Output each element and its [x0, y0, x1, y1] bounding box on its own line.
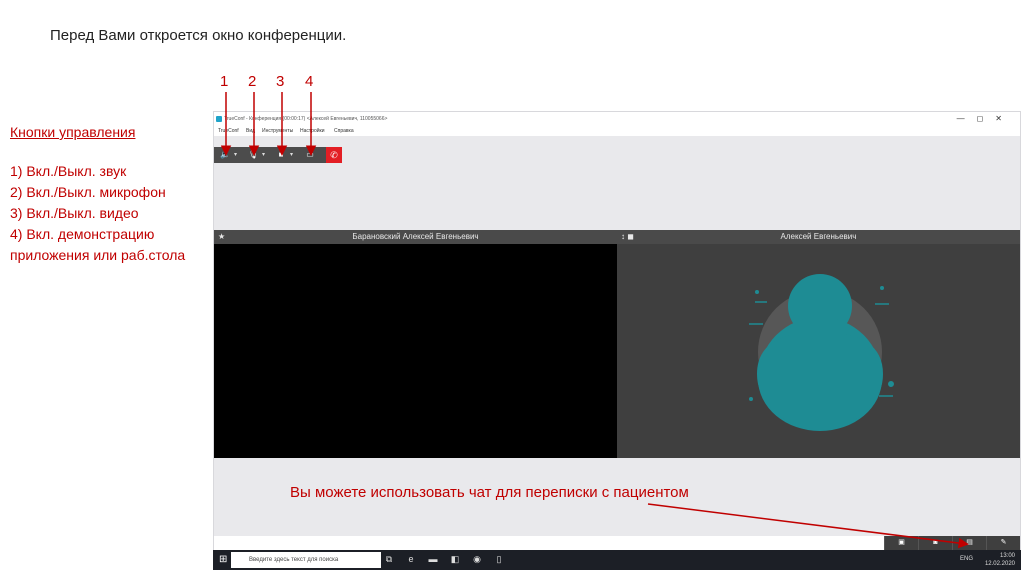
callout-arrows [220, 92, 969, 549]
arrow-chat [647, 503, 969, 549]
